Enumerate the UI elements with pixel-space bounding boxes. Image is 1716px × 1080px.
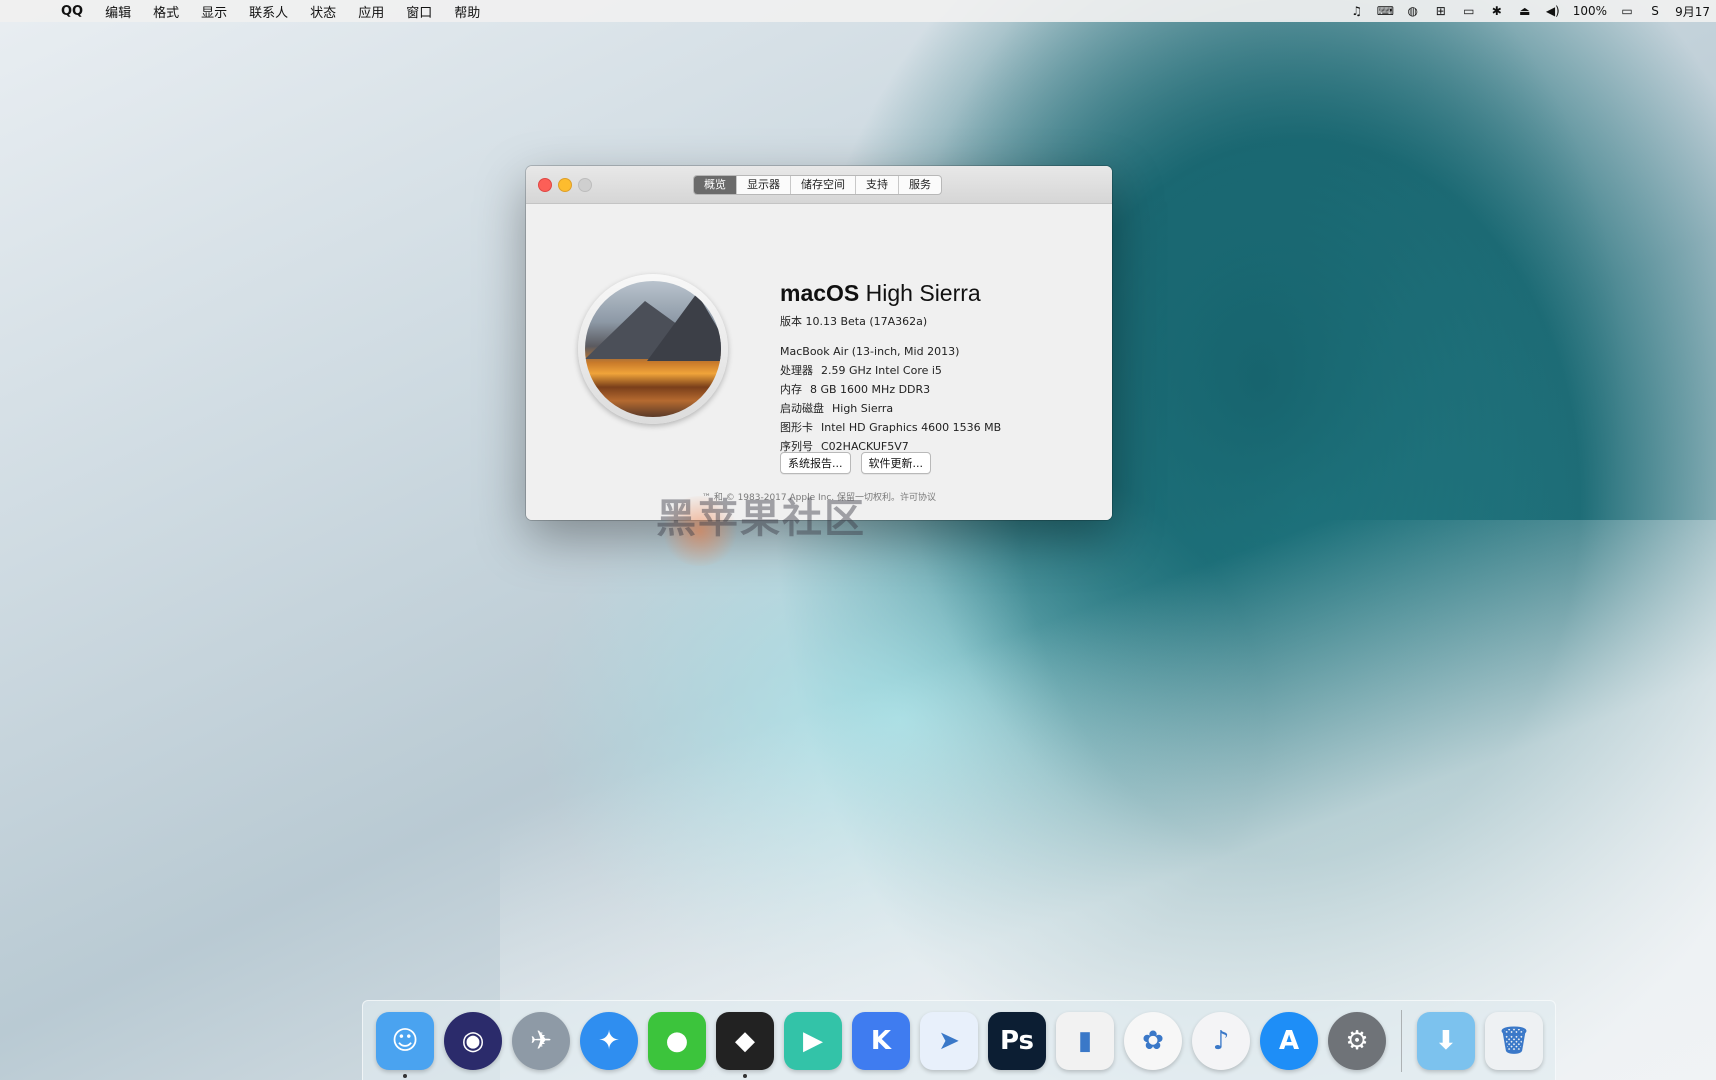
volume-icon[interactable]: ◀) <box>1545 4 1561 18</box>
os-name: macOS High Sierra <box>780 280 981 307</box>
menu-apps[interactable]: 应用 <box>347 2 395 21</box>
spec-label: 启动磁盘 <box>780 402 824 415</box>
dock-separator <box>1401 1009 1402 1072</box>
close-button[interactable] <box>538 178 552 192</box>
system-report-button[interactable]: 系统报告... <box>780 452 851 474</box>
photoshop-icon[interactable]: Ps <box>988 1011 1046 1070</box>
spec-value: High Sierra <box>832 402 894 415</box>
menu-app-qq[interactable]: QQ <box>50 4 94 19</box>
input-method-icon[interactable]: ⊞ <box>1433 4 1449 18</box>
spec-label: 处理器 <box>780 364 813 377</box>
safari-icon[interactable]: ✦ <box>580 1011 638 1070</box>
running-indicator <box>403 1073 407 1078</box>
spec-value: 2.59 GHz Intel Core i5 <box>821 364 942 377</box>
menu-contacts[interactable]: 联系人 <box>238 2 299 21</box>
os-version: 版本 10.13 Beta (17A362a) <box>780 315 928 328</box>
model-name: MacBook Air (13-inch, Mid 2013) <box>780 345 960 358</box>
os-name-bold: macOS <box>780 280 860 306</box>
system-preferences-icon[interactable]: ⚙ <box>1328 1011 1386 1070</box>
spec-row-graphics: 图形卡 Intel HD Graphics 4600 1536 MB <box>780 418 1001 437</box>
qq-penguin-icon[interactable]: ◆ <box>716 1011 774 1078</box>
spec-value: Intel HD Graphics 4600 1536 MB <box>821 421 1002 434</box>
spec-row-processor: 处理器 2.59 GHz Intel Core i5 <box>780 361 1001 380</box>
app-store-icon[interactable]: A <box>1260 1011 1318 1070</box>
menu-view[interactable]: 显示 <box>190 2 238 21</box>
wallpaper-foam <box>500 520 1716 1080</box>
menu-status[interactable]: 状态 <box>299 2 347 21</box>
launchpad-icon[interactable]: ✈ <box>512 1011 570 1070</box>
eject-icon[interactable]: ⏏ <box>1517 4 1533 18</box>
k-app-icon[interactable]: K <box>852 1011 910 1070</box>
keyboard-icon[interactable]: ⌨ <box>1377 4 1394 18</box>
trash-icon[interactable]: 🗑 <box>1485 1011 1543 1070</box>
spec-value: 8 GB 1600 MHz DDR3 <box>810 383 931 396</box>
tab-displays[interactable]: 显示器 <box>736 176 790 194</box>
action-buttons: 系统报告... 软件更新... <box>780 452 931 474</box>
battery-percent[interactable]: 100% <box>1567 4 1613 18</box>
finder-icon[interactable]: ☺ <box>376 1011 434 1078</box>
overview-pane: macOS High Sierra 版本 10.13 Beta (17A362a… <box>526 204 1112 520</box>
spec-label: 图形卡 <box>780 421 813 434</box>
tab-support[interactable]: 支持 <box>855 176 898 194</box>
spec-row-startup-disk: 启动磁盘 High Sierra <box>780 399 1001 418</box>
downloads-folder-icon[interactable]: ⬇ <box>1417 1011 1475 1070</box>
title-bar[interactable]: 概览 显示器 储存空间 支持 服务 <box>526 166 1112 204</box>
menu-edit[interactable]: 编辑 <box>94 2 142 21</box>
tab-service[interactable]: 服务 <box>898 176 941 194</box>
about-this-mac-window: 概览 显示器 储存空间 支持 服务 macOS High Sierra 版本 1… <box>526 166 1112 520</box>
running-indicator <box>743 1073 747 1078</box>
bird-app-icon[interactable]: ➤ <box>920 1011 978 1070</box>
minimize-button[interactable] <box>558 178 572 192</box>
video-player-icon[interactable]: ▶ <box>784 1011 842 1070</box>
airplay-icon[interactable]: ▭ <box>1461 4 1477 18</box>
watermark-text: 黑苹果社区 <box>656 496 866 542</box>
menu-format[interactable]: 格式 <box>142 2 190 21</box>
photos-icon[interactable]: ✿ <box>1124 1011 1182 1070</box>
sync-icon[interactable]: S <box>1647 4 1663 18</box>
bluetooth-icon[interactable]: ✱ <box>1489 4 1505 18</box>
itunes-icon[interactable]: ♪ <box>1192 1011 1250 1070</box>
os-name-light: High Sierra <box>859 280 981 306</box>
tab-overview[interactable]: 概览 <box>694 176 736 194</box>
numbers-chart-icon[interactable]: ▮ <box>1056 1011 1114 1070</box>
spec-row-memory: 内存 8 GB 1600 MHz DDR3 <box>780 380 1001 399</box>
menu-help[interactable]: 帮助 <box>443 2 491 21</box>
tab-storage[interactable]: 储存空间 <box>790 176 855 194</box>
high-sierra-logo-icon <box>578 274 728 424</box>
dock: ☺ ◉ ✈ ✦ ● ◆ ▶ K ➤ Ps ▮ ✿ ♪ A ⚙ ⬇ 🗑 <box>362 1000 1556 1080</box>
bell-icon[interactable]: ♫ <box>1349 4 1365 18</box>
menu-window[interactable]: 窗口 <box>395 2 443 21</box>
tab-bar: 概览 显示器 储存空间 支持 服务 <box>693 175 942 195</box>
siri-icon[interactable]: ◉ <box>444 1011 502 1070</box>
microphone-icon[interactable]: ◍ <box>1405 4 1421 18</box>
software-update-button[interactable]: 软件更新... <box>860 452 931 474</box>
zoom-button <box>578 178 592 192</box>
hardware-specs: MacBook Air (13-inch, Mid 2013) 处理器 2.59 … <box>780 342 1001 456</box>
wechat-icon[interactable]: ● <box>648 1011 706 1070</box>
menu-bar: QQ 编辑 格式 显示 联系人 状态 应用 窗口 帮助 ♫ ⌨ ◍ ⊞ ▭ ✱ … <box>0 0 1716 22</box>
battery-icon[interactable]: ▭ <box>1619 4 1635 18</box>
menu-clock[interactable]: 9月17 <box>1669 3 1716 20</box>
spec-label: 内存 <box>780 383 802 396</box>
